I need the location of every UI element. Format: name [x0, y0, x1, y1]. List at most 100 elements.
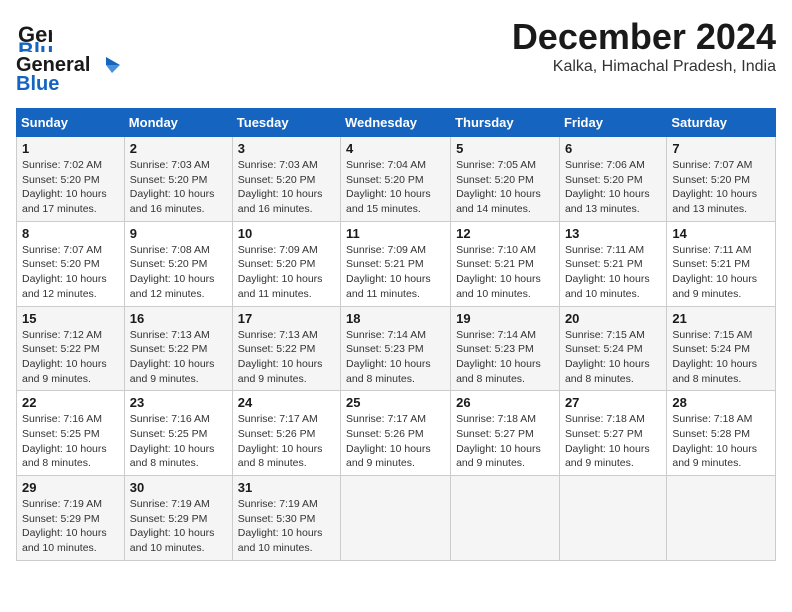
- day-number: 12: [456, 226, 554, 241]
- weekday-header-row: SundayMondayTuesdayWednesdayThursdayFrid…: [17, 109, 776, 137]
- day-info: Sunrise: 7:17 AM Sunset: 5:26 PM Dayligh…: [238, 412, 335, 471]
- day-number: 29: [22, 480, 119, 495]
- weekday-header-wednesday: Wednesday: [341, 109, 451, 137]
- calendar-cell: 17Sunrise: 7:13 AM Sunset: 5:22 PM Dayli…: [232, 306, 340, 391]
- calendar-cell: 1 Sunrise: 7:02 AM Sunset: 5:20 PM Daylig…: [17, 137, 125, 222]
- day-info: Sunrise: 7:08 AM Sunset: 5:20 PM Dayligh…: [130, 243, 227, 302]
- logo-blue: Blue: [16, 73, 59, 96]
- day-number: 20: [565, 311, 661, 326]
- day-number: 4: [346, 141, 445, 156]
- day-info: Sunrise: 7:14 AM Sunset: 5:23 PM Dayligh…: [456, 328, 554, 387]
- day-number: 18: [346, 311, 445, 326]
- day-number: 31: [238, 480, 335, 495]
- calendar-cell: 23 Sunrise: 7:16 AM Sunset: 5:25 PM Dayli…: [124, 391, 232, 476]
- week-row-5: 29 Sunrise: 7:19 AM Sunset: 5:29 PM Dayli…: [17, 476, 776, 561]
- day-info: Sunrise: 7:14 AM Sunset: 5:23 PM Dayligh…: [346, 328, 445, 387]
- calendar-cell: 20 Sunrise: 7:15 AM Sunset: 5:24 PM Dayli…: [559, 306, 666, 391]
- calendar-cell: 25Sunrise: 7:17 AM Sunset: 5:26 PM Dayli…: [341, 391, 451, 476]
- calendar-cell: 27Sunrise: 7:18 AM Sunset: 5:27 PM Dayli…: [559, 391, 666, 476]
- day-number: 22: [22, 395, 119, 410]
- weekday-header-thursday: Thursday: [451, 109, 560, 137]
- day-number: 11: [346, 226, 445, 241]
- month-title: December 2024: [512, 16, 776, 58]
- day-number: 15: [22, 311, 119, 326]
- day-number: 30: [130, 480, 227, 495]
- day-number: 9: [130, 226, 227, 241]
- svg-text:Blue: Blue: [18, 38, 52, 52]
- weekday-header-tuesday: Tuesday: [232, 109, 340, 137]
- day-info: Sunrise: 7:07 AM Sunset: 5:20 PM Dayligh…: [672, 158, 770, 217]
- day-number: 10: [238, 226, 335, 241]
- weekday-header-friday: Friday: [559, 109, 666, 137]
- week-row-1: 1 Sunrise: 7:02 AM Sunset: 5:20 PM Daylig…: [17, 137, 776, 222]
- day-number: 19: [456, 311, 554, 326]
- logo-bird-icon: [92, 55, 120, 77]
- calendar-cell: 18 Sunrise: 7:14 AM Sunset: 5:23 PM Dayli…: [341, 306, 451, 391]
- day-number: 7: [672, 141, 770, 156]
- day-info: Sunrise: 7:11 AM Sunset: 5:21 PM Dayligh…: [672, 243, 770, 302]
- day-info: Sunrise: 7:19 AM Sunset: 5:30 PM Dayligh…: [238, 497, 335, 556]
- day-info: Sunrise: 7:17 AM Sunset: 5:26 PM Dayligh…: [346, 412, 445, 471]
- calendar-cell: [667, 476, 776, 561]
- calendar-cell: 2 Sunrise: 7:03 AM Sunset: 5:20 PM Daylig…: [124, 137, 232, 222]
- day-number: 13: [565, 226, 661, 241]
- calendar-cell: 3Sunrise: 7:03 AM Sunset: 5:20 PM Daylig…: [232, 137, 340, 222]
- day-number: 24: [238, 395, 335, 410]
- day-info: Sunrise: 7:16 AM Sunset: 5:25 PM Dayligh…: [130, 412, 227, 471]
- calendar-cell: 16 Sunrise: 7:13 AM Sunset: 5:22 PM Dayli…: [124, 306, 232, 391]
- day-info: Sunrise: 7:18 AM Sunset: 5:28 PM Dayligh…: [672, 412, 770, 471]
- calendar-cell: 19 Sunrise: 7:14 AM Sunset: 5:23 PM Dayli…: [451, 306, 560, 391]
- day-info: Sunrise: 7:02 AM Sunset: 5:20 PM Dayligh…: [22, 158, 119, 217]
- logo-icon: General Blue: [16, 16, 52, 52]
- week-row-2: 8 Sunrise: 7:07 AM Sunset: 5:20 PM Daylig…: [17, 221, 776, 306]
- calendar-cell: 14 Sunrise: 7:11 AM Sunset: 5:21 PM Dayli…: [667, 221, 776, 306]
- title-block: December 2024 Kalka, Himachal Pradesh, I…: [512, 16, 776, 76]
- day-info: Sunrise: 7:13 AM Sunset: 5:22 PM Dayligh…: [238, 328, 335, 387]
- location: Kalka, Himachal Pradesh, India: [512, 58, 776, 76]
- weekday-header-saturday: Saturday: [667, 109, 776, 137]
- calendar-cell: [341, 476, 451, 561]
- day-info: Sunrise: 7:19 AM Sunset: 5:29 PM Dayligh…: [22, 497, 119, 556]
- calendar-cell: 10 Sunrise: 7:09 AM Sunset: 5:20 PM Dayli…: [232, 221, 340, 306]
- calendar-cell: 9 Sunrise: 7:08 AM Sunset: 5:20 PM Daylig…: [124, 221, 232, 306]
- day-number: 5: [456, 141, 554, 156]
- day-info: Sunrise: 7:13 AM Sunset: 5:22 PM Dayligh…: [130, 328, 227, 387]
- day-info: Sunrise: 7:10 AM Sunset: 5:21 PM Dayligh…: [456, 243, 554, 302]
- day-info: Sunrise: 7:16 AM Sunset: 5:25 PM Dayligh…: [22, 412, 119, 471]
- day-number: 23: [130, 395, 227, 410]
- day-number: 14: [672, 226, 770, 241]
- day-number: 1: [22, 141, 119, 156]
- week-row-4: 22 Sunrise: 7:16 AM Sunset: 5:25 PM Dayli…: [17, 391, 776, 476]
- calendar-cell: [559, 476, 666, 561]
- calendar-cell: 5Sunrise: 7:05 AM Sunset: 5:20 PM Daylig…: [451, 137, 560, 222]
- calendar-cell: 21 Sunrise: 7:15 AM Sunset: 5:24 PM Dayli…: [667, 306, 776, 391]
- weekday-header-sunday: Sunday: [17, 109, 125, 137]
- calendar-cell: [451, 476, 560, 561]
- day-info: Sunrise: 7:07 AM Sunset: 5:20 PM Dayligh…: [22, 243, 119, 302]
- calendar-cell: 22 Sunrise: 7:16 AM Sunset: 5:25 PM Dayli…: [17, 391, 125, 476]
- day-info: Sunrise: 7:03 AM Sunset: 5:20 PM Dayligh…: [130, 158, 227, 217]
- day-info: Sunrise: 7:11 AM Sunset: 5:21 PM Dayligh…: [565, 243, 661, 302]
- day-number: 28: [672, 395, 770, 410]
- calendar-cell: 12 Sunrise: 7:10 AM Sunset: 5:21 PM Dayli…: [451, 221, 560, 306]
- day-info: Sunrise: 7:04 AM Sunset: 5:20 PM Dayligh…: [346, 158, 445, 217]
- calendar-cell: 28 Sunrise: 7:18 AM Sunset: 5:28 PM Dayli…: [667, 391, 776, 476]
- day-number: 8: [22, 226, 119, 241]
- calendar-cell: 31 Sunrise: 7:19 AM Sunset: 5:30 PM Dayli…: [232, 476, 340, 561]
- logo: General Blue General Blue: [16, 16, 120, 96]
- calendar-cell: 24 Sunrise: 7:17 AM Sunset: 5:26 PM Dayli…: [232, 391, 340, 476]
- day-info: Sunrise: 7:09 AM Sunset: 5:20 PM Dayligh…: [238, 243, 335, 302]
- day-number: 2: [130, 141, 227, 156]
- calendar-cell: 4 Sunrise: 7:04 AM Sunset: 5:20 PM Daylig…: [341, 137, 451, 222]
- day-number: 21: [672, 311, 770, 326]
- day-number: 27: [565, 395, 661, 410]
- calendar-table: SundayMondayTuesdayWednesdayThursdayFrid…: [16, 108, 776, 561]
- calendar-cell: 29 Sunrise: 7:19 AM Sunset: 5:29 PM Dayli…: [17, 476, 125, 561]
- day-info: Sunrise: 7:15 AM Sunset: 5:24 PM Dayligh…: [565, 328, 661, 387]
- day-info: Sunrise: 7:12 AM Sunset: 5:22 PM Dayligh…: [22, 328, 119, 387]
- day-number: 16: [130, 311, 227, 326]
- calendar-cell: 30Sunrise: 7:19 AM Sunset: 5:29 PM Dayli…: [124, 476, 232, 561]
- day-info: Sunrise: 7:09 AM Sunset: 5:21 PM Dayligh…: [346, 243, 445, 302]
- day-info: Sunrise: 7:15 AM Sunset: 5:24 PM Dayligh…: [672, 328, 770, 387]
- page-header: General Blue General Blue December 2024 …: [16, 16, 776, 96]
